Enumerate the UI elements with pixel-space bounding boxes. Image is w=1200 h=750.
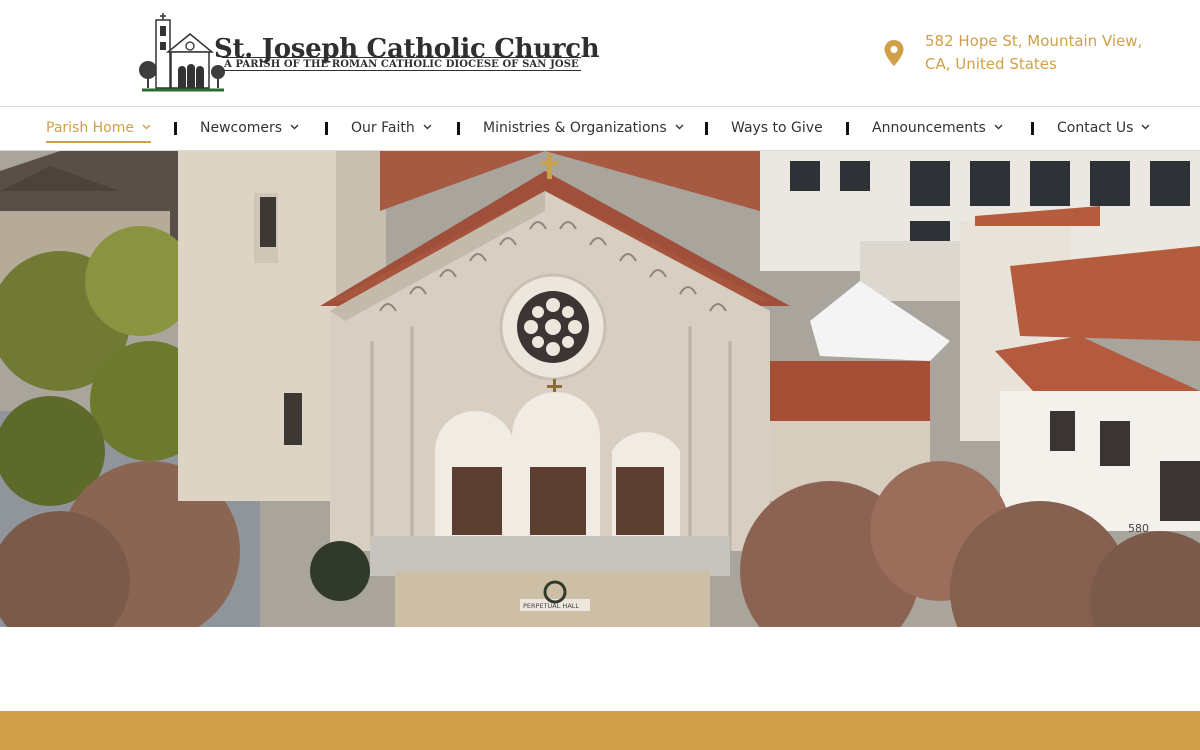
main-navigation: Parish Home Newcomers Our Faith Ministri… [0, 106, 1200, 151]
nav-separator [705, 122, 708, 135]
nav-item-ministries[interactable]: Ministries & Organizations [483, 107, 684, 150]
nav-separator [846, 122, 849, 135]
chevron-down-icon [142, 124, 151, 130]
nav-label: Parish Home [46, 120, 134, 136]
nav-item-newcomers[interactable]: Newcomers [200, 107, 299, 150]
chevron-down-icon [423, 124, 432, 130]
nav-separator [325, 122, 328, 135]
hero-church-image: 580 PERPETUAL HALL [0, 151, 1200, 627]
address-block[interactable]: 582 Hope St, Mountain View, CA, United S… [884, 30, 1144, 80]
nav-label: Ministries & Organizations [483, 120, 667, 136]
address-text: 582 Hope St, Mountain View, CA, United S… [925, 30, 1155, 76]
church-logo[interactable]: St. Joseph Catholic Church A PARISH OF T… [138, 12, 600, 94]
church-subtitle: A PARISH OF THE ROMAN CATHOLIC DIOCESE O… [222, 57, 581, 71]
church-aerial-illustration: 580 PERPETUAL HALL [0, 151, 1200, 627]
nav-label: Ways to Give [731, 120, 823, 136]
address-line-2: CA, United States [925, 55, 1057, 73]
chevron-down-icon [675, 124, 684, 130]
nav-separator [457, 122, 460, 135]
chevron-down-icon [290, 124, 299, 130]
nav-label: Announcements [872, 120, 986, 136]
nav-item-announcements[interactable]: Announcements [872, 107, 1003, 150]
active-underline [46, 141, 151, 143]
nav-label: Newcomers [200, 120, 283, 136]
nav-separator [1031, 122, 1034, 135]
footer-accent-bar [0, 711, 1200, 750]
nav-item-our-faith[interactable]: Our Faith [351, 107, 432, 150]
nav-separator [174, 122, 177, 135]
location-pin-icon [884, 40, 904, 66]
nav-item-contact-us[interactable]: Contact Us [1057, 107, 1150, 150]
hall-plaque: PERPETUAL HALL [523, 602, 579, 610]
chevron-down-icon [994, 124, 1003, 130]
nav-item-ways-to-give[interactable]: Ways to Give [731, 107, 823, 150]
address-line-1: 582 Hope St, Mountain View, [925, 32, 1143, 50]
nav-label: Our Faith [351, 120, 415, 136]
chevron-down-icon [1141, 124, 1150, 130]
site-header: St. Joseph Catholic Church A PARISH OF T… [0, 0, 1200, 106]
nav-item-parish-home[interactable]: Parish Home [46, 107, 151, 150]
nav-label: Contact Us [1057, 120, 1134, 136]
